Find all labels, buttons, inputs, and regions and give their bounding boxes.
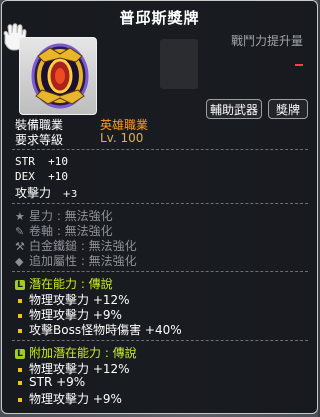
bonus-potential-title: 附加潛在能力 : 傳說 [29, 346, 137, 360]
legendary-badge-icon: L [15, 279, 25, 290]
level-value: Lv. 100 [100, 131, 144, 145]
stat-value: +10 [48, 155, 68, 168]
flame-icon: ◆ [15, 255, 24, 268]
divider [12, 149, 308, 150]
bonus-potential-line: STR +9% [18, 375, 85, 389]
damage-increase-label: 戰鬥力提升量 [230, 34, 303, 48]
potential-title-row: L 潛在能力 : 傳說 [15, 275, 113, 292]
divider [12, 340, 308, 341]
bullet-icon [18, 397, 22, 402]
bullet-icon [18, 367, 22, 372]
bullet-icon [18, 298, 22, 303]
damage-increase-value [295, 64, 303, 66]
stat-row: 攻擊力 +3 [15, 184, 77, 201]
item-icon-frame [19, 37, 97, 115]
category-tag-secondary: 輔助武器 [206, 99, 262, 119]
upgrade-row: ◆ 追加屬性 : 無法強化 [15, 252, 137, 269]
upgrade-label: 白金鐵鎚 : 無法強化 [29, 239, 137, 253]
stat-row: STR +10 [15, 155, 68, 168]
category-tag-medal: 獎牌 [268, 99, 308, 119]
item-name: 普邱斯獎牌 [119, 9, 200, 27]
stat-name: 攻擊力 [15, 186, 52, 200]
bullet-icon [18, 328, 22, 333]
potential-title: 潛在能力 : 傳說 [29, 277, 113, 291]
medal-icon [31, 43, 89, 109]
bullet-icon [18, 313, 22, 318]
stat-value: +10 [48, 170, 68, 183]
legendary-badge-icon: L [15, 348, 25, 359]
level-label: 要求等級 [15, 133, 64, 147]
divider [12, 203, 308, 204]
stat-row: DEX +10 [15, 170, 68, 183]
bonus-potential-title-row: L 附加潛在能力 : 傳說 [15, 344, 137, 361]
bonus-potential-line: 物理攻擊力 +9% [18, 390, 122, 407]
bullet-icon [18, 380, 22, 385]
item-tooltip: 普邱斯獎牌 戰鬥力提升量 輔助武器 獎牌 裝備職業 英雄職業 要求等級 Lv. … [1, 0, 318, 414]
upgrade-label: 星力 : 無法強化 [29, 209, 113, 223]
stat-name: STR [15, 155, 35, 168]
upgrade-label: 卷軸 : 無法強化 [29, 224, 113, 238]
stat-value: +3 [62, 189, 78, 200]
stat-name: DEX [15, 170, 35, 183]
divider [12, 271, 308, 272]
potential-line: 攻擊Boss怪物時傷害 +40% [18, 321, 182, 338]
upgrade-label: 追加屬性 : 無法強化 [29, 254, 137, 268]
preview-placeholder [160, 39, 198, 89]
